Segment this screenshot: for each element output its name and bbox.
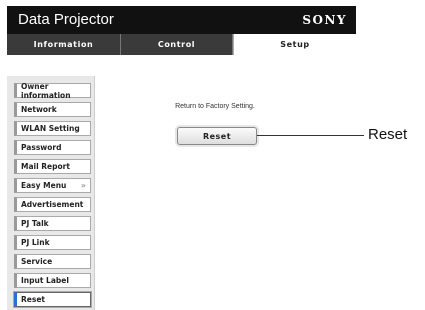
sidebar-item-password[interactable]: Password: [14, 140, 91, 155]
tab-setup[interactable]: Setup: [233, 34, 356, 55]
sidebar-item-label: PJ Talk: [21, 219, 49, 228]
sidebar-item-label: Easy Menu: [21, 181, 67, 190]
sidebar-item-owner-information[interactable]: Owner information: [14, 81, 91, 100]
sidebar-item-easy-menu[interactable]: Easy Menu »: [14, 178, 91, 193]
sidebar-item-label: Reset: [21, 295, 45, 304]
sidebar-item-label: Input Label: [21, 276, 69, 285]
brand-logo: SONY: [302, 13, 347, 27]
tab-information[interactable]: Information: [7, 34, 121, 55]
sidebar-item-input-label[interactable]: Input Label: [14, 273, 91, 288]
sidebar-item-label: WLAN Setting: [21, 124, 80, 133]
sidebar-item-label: PJ Link: [21, 238, 50, 247]
projector-web-ui: Data Projector SONY Information Control …: [0, 0, 356, 310]
sidebar-item-label: Network: [21, 105, 57, 114]
sidebar-item-advertisement[interactable]: Advertisement: [14, 197, 91, 212]
callout-label: Reset: [368, 126, 408, 143]
sidebar-item-wlan-setting[interactable]: WLAN Setting: [14, 121, 91, 136]
title-bar: Data Projector SONY: [7, 6, 356, 34]
app-title: Data Projector: [18, 11, 114, 28]
sidebar-item-label: Advertisement: [21, 200, 84, 209]
tab-control[interactable]: Control: [121, 34, 233, 55]
sidebar-item-reset[interactable]: Reset: [14, 292, 91, 307]
reset-button[interactable]: Reset: [177, 127, 257, 145]
sidebar-item-pj-talk[interactable]: PJ Talk: [14, 216, 91, 231]
sidebar-item-network[interactable]: Network: [14, 102, 91, 117]
sidebar-item-mail-report[interactable]: Mail Report: [14, 159, 91, 174]
sidebar-item-label: Mail Report: [21, 162, 70, 171]
sidebar-item-label: Service: [21, 257, 53, 266]
tab-bar: Information Control Setup: [7, 34, 356, 55]
factory-reset-message: Return to Factory Setting.: [175, 103, 255, 110]
sidebar: Owner information Network WLAN Setting P…: [7, 76, 95, 310]
double-chevron-up-icon: »: [80, 181, 86, 190]
sidebar-item-label: Owner information: [21, 81, 71, 100]
sidebar-item-label: Password: [21, 143, 62, 152]
sidebar-item-service[interactable]: Service: [14, 254, 91, 269]
sidebar-item-pj-link[interactable]: PJ Link: [14, 235, 91, 250]
callout-leader-line: [257, 135, 364, 136]
